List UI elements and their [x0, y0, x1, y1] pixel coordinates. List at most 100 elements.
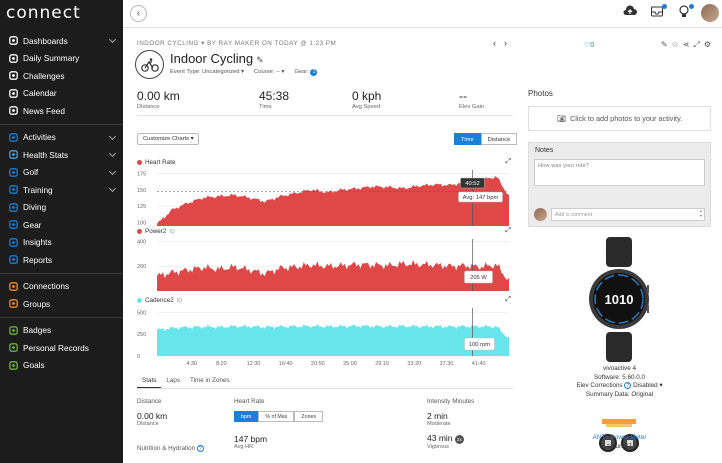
tab-time-in-zones[interactable]: Time in Zones	[185, 375, 235, 388]
expand-chart-icon[interactable]: ⤢	[505, 158, 511, 166]
gear-selector[interactable]: Gear: 1	[294, 69, 318, 76]
training-icon	[9, 185, 18, 195]
chart-header: Heart Rate ⤢	[137, 157, 513, 168]
add-photos-button[interactable]: 📷︎ Click to add photos to your activity.	[528, 106, 711, 131]
stats-tabs: Stats Laps Time in Zones	[137, 375, 513, 389]
sidebar-item-reports[interactable]: Reports	[0, 251, 123, 269]
activity-breadcrumb[interactable]: INDOOR CYCLING ▾ BY RAY MAKER ON TODAY @…	[137, 40, 336, 47]
comment-row: Add a comment	[534, 207, 705, 222]
chart-header: Power2 IQ ⤢	[137, 226, 513, 237]
distance-heading: Distance	[137, 398, 162, 405]
chart-title: Cadence2	[145, 297, 174, 304]
sidebar-item-groups[interactable]: Groups	[0, 295, 123, 313]
star-icon[interactable]: ☆	[672, 40, 683, 49]
edit-title-icon[interactable]: ✎	[256, 55, 264, 65]
insights-icon	[9, 237, 18, 247]
customize-charts-button[interactable]: Customize Charts ▾	[137, 133, 199, 145]
hr-unit-toggle: bpm % of Max Zones	[234, 411, 324, 422]
next-activity-icon[interactable]: ›	[504, 38, 515, 48]
sidebar-item-dashboards[interactable]: Dashboards	[0, 32, 123, 50]
sidebar-item-personal-records[interactable]: Personal Records	[0, 339, 123, 357]
sidebar-item-label: Training	[23, 184, 53, 195]
device-name[interactable]: vivoactive 4	[528, 365, 711, 374]
cycling-icon	[135, 50, 164, 79]
sidebar-item-goals[interactable]: Goals	[0, 357, 123, 375]
edit-icon[interactable]: ✎	[661, 40, 672, 49]
main-content: INDOOR CYCLING ▾ BY RAY MAKER ON TODAY @…	[123, 29, 722, 463]
camera-icon: 📷︎	[556, 114, 567, 123]
sidebar-item-golf[interactable]: Golf	[0, 164, 123, 182]
comment-input[interactable]: Add a comment	[551, 208, 705, 221]
intensity-heading: Intensity Minutes	[427, 398, 475, 405]
sidebar-item-gear[interactable]: Gear	[0, 216, 123, 234]
ant-device-info: ANT+ Power Meter takura87	[528, 434, 711, 451]
ant-device-name[interactable]: ANT+ Power Meter	[528, 434, 711, 443]
settings-gear-icon[interactable]: ⚙	[704, 40, 715, 49]
bulb-icon[interactable]	[676, 4, 694, 21]
chevron-down-icon	[108, 149, 117, 158]
chevron-down-icon	[108, 167, 117, 175]
expand-icon[interactable]: ⤢	[693, 40, 703, 49]
help-icon[interactable]: ?	[624, 382, 632, 389]
sidebar-item-connections[interactable]: Connections	[0, 278, 123, 296]
reports-icon	[9, 255, 18, 265]
like-button[interactable]: ♡0	[584, 41, 594, 49]
course-select[interactable]: Course: -- ▾	[254, 69, 284, 76]
user-avatar[interactable]	[701, 4, 719, 22]
y-tick-label: 250	[137, 332, 146, 338]
top-bar: ‹	[123, 0, 722, 28]
toggle-percent-max[interactable]: % of Max	[258, 411, 295, 422]
toggle-time[interactable]: Time	[454, 133, 481, 145]
vigorous-value: 43 min 2x	[427, 433, 474, 444]
share-icon[interactable]: ⋖	[683, 40, 694, 49]
notes-heading: Notes	[535, 147, 554, 154]
sidebar: connect Dashboards Daily Summary Challenge…	[0, 0, 123, 463]
sidebar-item-badges[interactable]: Badges	[0, 322, 123, 340]
sidebar-item-calendar[interactable]: Calendar	[0, 85, 123, 103]
sidebar-item-activities[interactable]: Activities	[0, 129, 123, 147]
toggle-distance[interactable]: Distance	[480, 133, 518, 145]
prev-activity-icon[interactable]: ‹	[493, 38, 504, 48]
tooltip-time: 40:52	[465, 181, 480, 187]
intensity-col: Intensity Minutes 2 min Moderate 43 min …	[427, 398, 474, 450]
sidebar-item-health-stats[interactable]: Health Stats	[0, 146, 123, 164]
expand-chart-icon[interactable]: ⤢	[505, 296, 511, 304]
sidebar-item-diving[interactable]: Diving	[0, 199, 123, 217]
chart-plot[interactable]: 400 200 205 W	[137, 237, 513, 293]
notes-panel: Notes How was your ride? Add a comment	[528, 142, 711, 227]
activity-tools: ✎☆⋖⤢⚙	[661, 40, 715, 50]
hr-heading: Heart Rate	[234, 398, 265, 405]
calendar-icon	[9, 88, 18, 98]
sidebar-item-training[interactable]: Training	[0, 181, 123, 199]
activity-title[interactable]: Indoor Cycling ✎	[170, 51, 264, 66]
chart-plot[interactable]: 17515012510040:52Avg: 147 bpm	[137, 168, 513, 228]
elev-corrections-select[interactable]: Disabled ▾	[633, 382, 662, 389]
golf-icon	[9, 167, 18, 177]
notes-textarea[interactable]: How was your ride?	[534, 159, 705, 186]
sidebar-item-daily-summary[interactable]: Daily Summary	[0, 50, 123, 68]
sidebar-item-label: Daily Summary	[23, 53, 80, 64]
stat-speed: 0 kph Avg Speed	[352, 89, 382, 110]
inbox-icon[interactable]	[649, 4, 667, 21]
tab-stats[interactable]: Stats	[137, 375, 162, 388]
connect-logo[interactable]: connect	[6, 3, 81, 23]
back-button[interactable]: ‹	[130, 5, 147, 22]
x-tick-label: 37:30	[440, 361, 454, 367]
x-tick-label: 20:50	[311, 361, 325, 367]
sidebar-item-challenges[interactable]: Challenges	[0, 67, 123, 85]
upload-icon[interactable]	[622, 5, 638, 21]
nutrition-heading[interactable]: Nutrition & Hydration ?	[137, 445, 204, 452]
series-dot	[137, 160, 142, 165]
toggle-bpm[interactable]: bpm	[234, 411, 259, 422]
chart-plot[interactable]: 500 250 0 100 rpm 4:30 8:20 12:30 16:40 20:50 25:…	[137, 306, 513, 368]
tooltip-value: 100 rpm	[469, 342, 490, 348]
tab-laps[interactable]: Laps	[161, 375, 185, 388]
toggle-zones[interactable]: Zones	[294, 411, 324, 422]
help-icon[interactable]: ?	[196, 445, 204, 452]
sidebar-item-insights[interactable]: Insights	[0, 234, 123, 252]
moderate-value: 2 min	[427, 411, 448, 421]
event-type-select[interactable]: Event Type: Uncategorized ▾	[170, 69, 244, 76]
sidebar-item-news-feed[interactable]: News Feed	[0, 102, 123, 120]
expand-chart-icon[interactable]: ⤢	[505, 227, 511, 235]
sidebar-item-label: Dashboards	[23, 35, 68, 46]
